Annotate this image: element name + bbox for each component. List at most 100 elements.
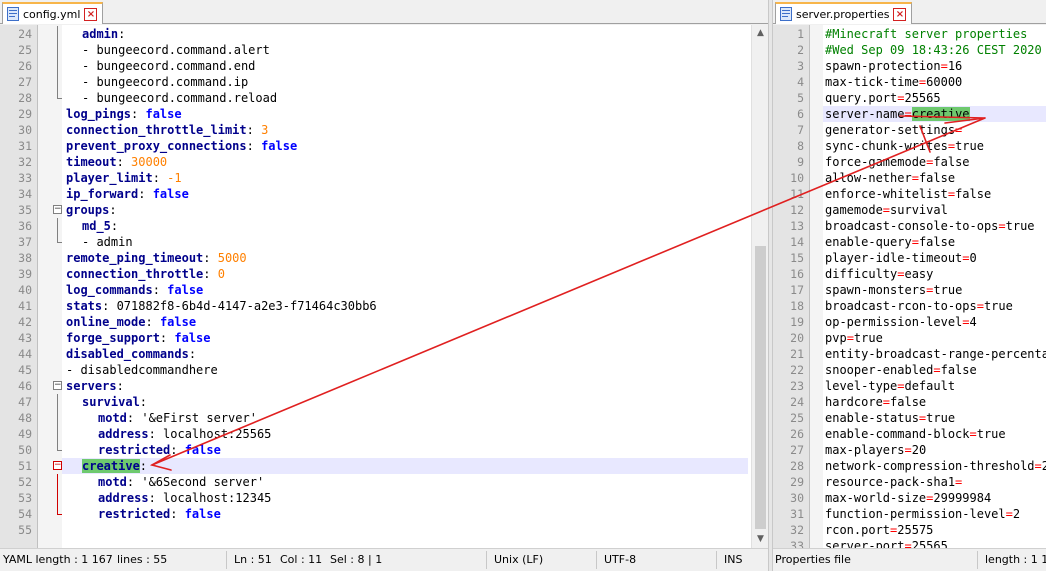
operator: = (911, 171, 919, 185)
code-token: : (139, 459, 148, 473)
operator: = (955, 475, 963, 489)
code-line: motd: '&eFirst server' (98, 410, 768, 426)
code-token: pvp (825, 331, 847, 345)
code-line: prevent_proxy_connections: false (66, 138, 768, 154)
code-line: enable-status=true (825, 410, 1046, 426)
tab-label: server.properties (796, 7, 890, 21)
left-code-editor[interactable]: ▲ ▼ 24 admin: 25- bungeecord.command.alert… (0, 25, 768, 548)
code-line: server-port=25565 (825, 538, 1046, 548)
line-number: 54 (18, 507, 32, 521)
code-token: 5000 (217, 251, 247, 265)
line-number: 22 (790, 363, 804, 377)
code-line: restricted: false (98, 506, 768, 522)
code-line: - bungeecord.command.end (82, 58, 768, 74)
code-line: player_limit: -1 (66, 170, 768, 186)
code-token: enable-query (825, 235, 912, 249)
code-token: false (261, 139, 298, 153)
code-token: survival (82, 395, 140, 409)
line-number: 26 (18, 59, 32, 73)
operator: = (1034, 459, 1042, 473)
line-number: 11 (790, 187, 804, 201)
fold-toggle-icon[interactable]: − (53, 205, 62, 214)
code-token: true (955, 139, 984, 153)
line-number: 40 (18, 283, 32, 297)
code-line: sync-chunk-writes=true (825, 138, 1046, 154)
close-icon[interactable]: × (893, 7, 907, 21)
status-length: YAML length : 1 167 (3, 553, 113, 566)
tab-server-properties[interactable]: server.properties × (775, 2, 913, 24)
code-token: #Minecraft server properties (825, 27, 1028, 41)
line-number: 48 (18, 411, 32, 425)
code-token: : (170, 507, 185, 521)
code-line: disabled_commands: (66, 346, 768, 362)
code-token: : (170, 443, 185, 457)
code-token: : localhost:12345 (148, 491, 272, 505)
selected-text: creative (911, 107, 970, 121)
operator: = (962, 251, 970, 265)
code-token: disabled_commands (66, 347, 189, 361)
code-line: enforce-whitelist=false (825, 186, 1046, 202)
code-token: false (933, 155, 970, 169)
code-token: easy (904, 267, 934, 281)
code-token: broadcast-console-to-ops (825, 219, 999, 233)
fold-toggle-icon[interactable]: − (53, 461, 62, 470)
line-number: 33 (790, 539, 804, 548)
code-token: log_commands (66, 283, 153, 297)
code-token: function-permission-level (825, 507, 1006, 521)
tab-config-yml[interactable]: config.yml × (2, 2, 104, 24)
operator: = (882, 395, 891, 409)
operator: = (962, 315, 970, 329)
line-number: 34 (18, 187, 32, 201)
fold-toggle-icon[interactable]: − (53, 381, 62, 390)
line-number: 28 (18, 91, 32, 105)
code-token: restricted (98, 443, 171, 457)
code-line: restricted: false (98, 442, 768, 458)
left-editor-pane: config.yml × ▲ ▼ 24 admin: 25- bungeecord.… (0, 0, 768, 571)
code-token: : (139, 395, 148, 409)
line-number: 35 (18, 203, 32, 217)
code-token: true (926, 411, 956, 425)
code-line: - bungeecord.command.ip (82, 74, 768, 90)
code-token: - disabledcommandhere (66, 363, 218, 377)
right-tab-bar: server.properties × (773, 0, 1046, 24)
operator: = (976, 299, 984, 313)
operator: = (846, 331, 854, 345)
code-token: restricted (98, 507, 171, 521)
code-token: : 071882f8-6b4d-4147-a2e3-f71464c30bb6 (102, 299, 377, 313)
code-line: #Minecraft server properties (825, 26, 1046, 42)
line-number: 23 (790, 379, 804, 393)
code-token: motd (98, 475, 127, 489)
fold-guide (57, 26, 58, 98)
code-line: force-gamemode=false (825, 154, 1046, 170)
line-number: 25 (790, 411, 804, 425)
line-number: 19 (790, 315, 804, 329)
code-line: rcon.port=25575 (825, 522, 1046, 538)
right-code-editor[interactable]: 1 #Minecraft server properties 2 #Wed Sep 0… (773, 25, 1046, 548)
line-number: 10 (790, 171, 804, 185)
line-number: 14 (790, 235, 804, 249)
code-token: #Wed Sep 09 18:43:26 CEST 2020 (825, 43, 1042, 57)
close-icon[interactable]: × (84, 7, 98, 21)
code-token: log_pings (66, 107, 132, 121)
code-token: motd (98, 411, 127, 425)
code-token: 256 (1041, 459, 1046, 473)
code-line: groups: (66, 202, 768, 218)
line-number: 29 (790, 475, 804, 489)
line-number: 45 (18, 363, 32, 377)
code-line: address: localhost:25565 (98, 426, 768, 442)
code-token: force-gamemode (825, 155, 927, 169)
code-token: remote_ping_timeout (66, 251, 204, 265)
code-token: false (940, 363, 977, 377)
code-token: : '&eFirst server' (126, 411, 257, 425)
line-number: 36 (18, 219, 32, 233)
code-token: groups (66, 203, 110, 217)
code-token: 0 (217, 267, 225, 281)
status-eol: Unix (LF) (494, 553, 544, 566)
code-line: snooper-enabled=false (825, 362, 1046, 378)
line-number: 25 (18, 43, 32, 57)
line-number: 41 (18, 299, 32, 313)
code-line: log_commands: false (66, 282, 768, 298)
status-mode: INS (724, 553, 743, 566)
line-number: 44 (18, 347, 32, 361)
